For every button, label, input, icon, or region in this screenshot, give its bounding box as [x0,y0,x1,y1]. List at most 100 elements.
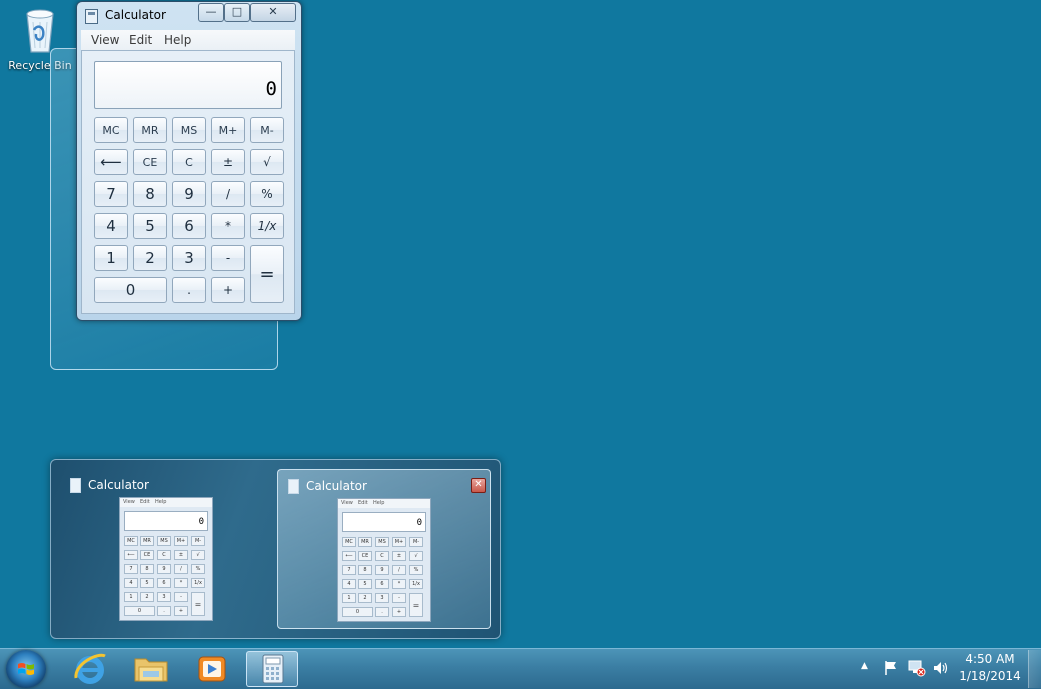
action-center-flag-icon[interactable] [883,660,899,676]
mini-key: 1 [124,592,138,602]
mc-button[interactable]: MC [94,117,128,143]
digit-1-button[interactable]: 1 [94,245,128,271]
plus-minus-button[interactable]: ± [211,149,245,175]
subtract-button[interactable]: - [211,245,245,271]
taskbar-thumbnail-preview: Calculator View Edit Help 0 MC MR MS M+ M- ⟵ C… [50,459,501,639]
network-icon[interactable] [907,659,927,677]
mini-key: ⟵ [342,551,356,561]
digit-8-button[interactable]: 8 [133,181,167,207]
mini-key: - [174,592,188,602]
mini-key: √ [409,551,423,561]
thumbnail-title: Calculator [88,478,149,492]
thumbnail-calculator-2[interactable]: Calculator ✕ View Edit Help 0 MC MR MS M+ M-… [277,469,491,629]
calculator-window: Calculator — □ ✕ View Edit Help 0 MC MR … [76,1,302,321]
close-icon: ✕ [474,479,483,490]
digit-6-button[interactable]: 6 [172,213,206,239]
internet-explorer-taskbar-button[interactable] [64,651,116,687]
mini-key: MS [375,537,389,547]
mini-key: 2 [140,592,154,602]
mini-menu-help: Help [373,500,385,506]
start-button[interactable] [6,650,46,688]
ms-button[interactable]: MS [172,117,206,143]
reciprocal-button[interactable]: 1/x [250,213,284,239]
mini-key-equals: = [191,592,205,616]
calculator-icon [262,654,284,684]
windows-media-player-taskbar-button[interactable] [186,651,238,687]
mini-key: M+ [174,536,188,546]
clock-date: 1/18/2014 [959,669,1021,683]
mini-key: 6 [157,578,171,588]
backspace-button[interactable]: ⟵ [94,149,128,175]
digit-2-button[interactable]: 2 [133,245,167,271]
digit-4-button[interactable]: 4 [94,213,128,239]
mini-key: * [392,579,406,589]
windows-explorer-taskbar-button[interactable] [125,651,177,687]
mini-key: 9 [157,564,171,574]
mini-key: ⟵ [124,550,138,560]
add-button[interactable]: + [211,277,245,303]
calculator-display: 0 [94,61,282,109]
mini-menu: View Edit Help [338,499,430,508]
clear-button[interactable]: C [172,149,206,175]
thumbnail-calculator-1[interactable]: Calculator View Edit Help 0 MC MR MS M+ M- ⟵ C… [60,469,274,629]
mini-key: . [375,607,389,617]
mini-key: 6 [375,579,389,589]
mini-key: C [157,550,171,560]
recycle-bin-icon [26,9,54,53]
maximize-button[interactable]: □ [224,3,250,22]
digit-0-button[interactable]: 0 [94,277,167,303]
media-player-icon [198,656,226,682]
decimal-button[interactable]: . [172,277,206,303]
title-bar[interactable]: Calculator — □ ✕ [77,2,301,28]
thumbnail-preview-image: View Edit Help 0 MC MR MS M+ M- ⟵ CE C ± √ 7 8 9/% 4 5… [119,497,213,621]
show-hidden-icons-button[interactable]: ▲ [861,661,868,671]
minimize-button[interactable]: — [198,3,224,22]
menu-edit[interactable]: Edit [129,33,152,47]
mini-key: + [392,607,406,617]
mini-key: * [174,578,188,588]
mini-key-equals: = [409,593,423,617]
window-title: Calculator [105,8,166,22]
system-clock[interactable]: 4:50 AM 1/18/2014 [958,652,1022,683]
mini-menu: View Edit Help [120,498,212,507]
mini-key: ± [392,551,406,561]
square-root-button[interactable]: √ [250,149,284,175]
close-button[interactable]: ✕ [250,3,296,22]
menu-view[interactable]: View [91,33,119,47]
maximize-icon: □ [231,5,243,18]
calculator-app-icon [70,478,81,493]
digit-9-button[interactable]: 9 [172,181,206,207]
digit-5-button[interactable]: 5 [133,213,167,239]
mini-key: CE [358,551,372,561]
m-plus-button[interactable]: M+ [211,117,245,143]
mr-button[interactable]: MR [133,117,167,143]
divide-button[interactable]: / [211,181,245,207]
ce-button[interactable]: CE [133,149,167,175]
mini-key: / [392,565,406,575]
thumbnail-close-button[interactable]: ✕ [471,478,486,493]
digit-7-button[interactable]: 7 [94,181,128,207]
minimize-icon: — [205,5,217,18]
mini-display: 0 [124,511,208,531]
m-minus-button[interactable]: M- [250,117,284,143]
close-icon: ✕ [268,5,278,18]
percent-button[interactable]: % [250,181,284,207]
display-value: 0 [265,78,277,100]
show-desktop-button[interactable] [1028,650,1041,688]
mini-key: MC [124,536,138,546]
menu-help[interactable]: Help [164,33,191,47]
mini-key: 7 [124,564,138,574]
multiply-button[interactable]: * [211,213,245,239]
mini-key: C [375,551,389,561]
calculator-app-icon [85,9,98,24]
digit-3-button[interactable]: 3 [172,245,206,271]
mini-key: 5 [358,579,372,589]
calculator-taskbar-button[interactable] [246,651,298,687]
mini-key: 1 [342,593,356,603]
mini-key: 5 [140,578,154,588]
mini-key: 8 [358,565,372,575]
mini-key: 7 [342,565,356,575]
volume-icon[interactable] [932,660,950,676]
clock-time: 4:50 AM [965,652,1015,666]
equals-button[interactable]: = [250,245,284,303]
